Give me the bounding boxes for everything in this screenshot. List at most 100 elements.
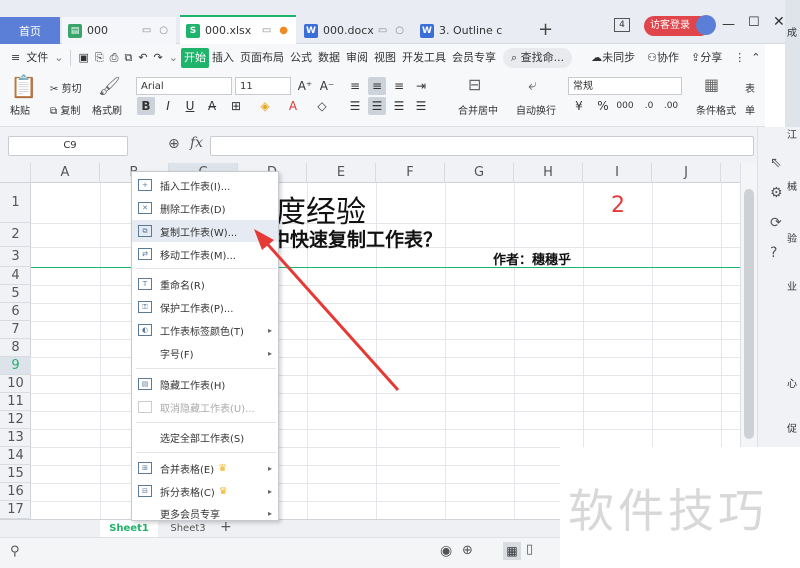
select-cursor-icon[interactable]: ⇖ [770, 155, 782, 171]
row-header[interactable]: 15 [0, 465, 31, 483]
backup-icon[interactable]: ⟳ [770, 215, 782, 231]
normal-view-icon[interactable]: ▦ [503, 542, 521, 560]
page-break-view-icon[interactable]: ▯ [526, 542, 533, 557]
chevron-down-icon[interactable]: ⌄ [51, 48, 66, 68]
window-count-badge[interactable]: 4 [614, 18, 630, 32]
command-search[interactable]: ⌕ 查找命... [502, 48, 573, 68]
ribbon-tab-insert[interactable]: 插入 [209, 48, 237, 68]
scrollbar-thumb[interactable] [744, 189, 754, 439]
table-style-button[interactable]: 表 [745, 80, 755, 95]
border-icon[interactable]: ⊞ [227, 97, 245, 115]
cut-button[interactable]: ✂ 剪切 [50, 80, 82, 95]
percent-icon[interactable]: % [594, 97, 612, 115]
menu-item-move-sheet[interactable]: ⇄ 移动工作表(M)... [132, 243, 278, 265]
format-painter-button[interactable]: 格式刷 [92, 102, 122, 117]
align-center-icon[interactable]: ☰ [368, 97, 386, 115]
column-header[interactable]: I [583, 163, 652, 183]
zoom-formula-icon[interactable]: ⊕ [168, 136, 180, 152]
avatar[interactable] [696, 15, 716, 35]
tab-close-icon[interactable]: ○ [159, 25, 168, 36]
row-header[interactable]: 2 [0, 223, 31, 247]
formula-input[interactable] [210, 136, 754, 156]
conditional-format-icon[interactable]: ▦ [704, 75, 719, 94]
tab-docx[interactable]: W 000.docx ▭ ○ [298, 17, 412, 44]
underline-button[interactable]: U [181, 97, 199, 115]
tab-close-icon[interactable]: ○ [395, 25, 404, 36]
ribbon-tab-formula[interactable]: 公式 [287, 48, 315, 68]
ribbon-tab-view[interactable]: 视图 [371, 48, 399, 68]
ribbon-tab-page-layout[interactable]: 页面布局 [237, 48, 287, 68]
save-icon[interactable]: ▣ [75, 48, 91, 68]
align-top-icon[interactable]: ≡ [346, 77, 364, 95]
window-icon[interactable]: ▭ [378, 25, 387, 36]
fill-color-icon[interactable]: ◈ [256, 97, 274, 115]
increase-font-icon[interactable]: A⁺ [296, 77, 314, 95]
font-color-icon[interactable]: A [284, 97, 302, 115]
increase-decimal-icon[interactable]: .0 [640, 97, 658, 115]
cell-format-button[interactable]: 单 [745, 102, 755, 117]
window-icon[interactable]: ▭ [142, 25, 151, 36]
wrap-text-button[interactable]: 自动换行 [516, 102, 556, 117]
menu-item-hide-sheet[interactable]: ▤ 隐藏工作表(H) [132, 373, 278, 395]
row-header[interactable]: 16 [0, 483, 31, 501]
row-header[interactable]: 10 [0, 375, 31, 393]
bold-button[interactable]: B [137, 97, 155, 115]
merge-center-button[interactable]: 合并居中 [458, 102, 498, 117]
menu-item-font-size[interactable]: 字号(F) ▸ [132, 342, 278, 364]
font-size-select[interactable]: 11 [235, 77, 291, 95]
window-icon[interactable]: ▭ [262, 25, 271, 36]
row-header[interactable]: 7 [0, 321, 31, 339]
name-box[interactable]: C9 [8, 136, 128, 156]
tab-outline[interactable]: W 3. Outline c [414, 17, 524, 44]
thousands-icon[interactable]: 000 [616, 97, 634, 115]
align-right-icon[interactable]: ☰ [390, 97, 408, 115]
row-header[interactable]: 6 [0, 303, 31, 321]
sync-status[interactable]: ☁未同步 [588, 48, 638, 68]
collapse-ribbon-icon[interactable]: ⌃ [748, 48, 763, 68]
menu-item-copy-sheet[interactable]: ⧉ 复制工作表(W)... [132, 220, 278, 242]
ribbon-tab-review[interactable]: 审阅 [343, 48, 371, 68]
strikethrough-icon[interactable]: A̶ [203, 97, 221, 115]
undo-icon[interactable]: ↶ [135, 48, 150, 68]
number-format-select[interactable]: 常规 [568, 77, 682, 95]
align-bottom-icon[interactable]: ≡ [390, 77, 408, 95]
menu-item-select-all-sheets[interactable]: 选定全部工作表(S) [132, 426, 278, 448]
export-pdf-icon[interactable]: ⎘ [92, 48, 107, 68]
column-header[interactable]: A [31, 163, 100, 183]
distributed-icon[interactable]: ☰ [412, 97, 430, 115]
row-header[interactable]: 11 [0, 393, 31, 411]
column-header[interactable]: G [445, 163, 514, 183]
menu-item-protect-sheet[interactable]: ⚿ 保护工作表(P)... [132, 296, 278, 318]
font-name-select[interactable]: Arial [136, 77, 232, 95]
properties-icon[interactable]: ⚙ [770, 185, 783, 201]
format-painter-icon[interactable]: 🖌 [98, 76, 121, 97]
copy-button[interactable]: ⧉ 复制 [50, 102, 80, 117]
ribbon-tab-data[interactable]: 数据 [315, 48, 343, 68]
select-all-corner[interactable] [0, 163, 31, 183]
row-header[interactable]: 14 [0, 447, 31, 465]
view-mode-icon[interactable]: ⊕ [462, 543, 473, 558]
macro-icon[interactable]: ⚲ [10, 544, 20, 559]
tab-xlsx[interactable]: S 000.xlsx ▭ ● [180, 15, 296, 44]
print-icon[interactable]: ⎙ [107, 48, 122, 68]
paste-button[interactable]: 粘贴 [10, 102, 30, 117]
column-header[interactable]: F [376, 163, 445, 183]
row-header[interactable]: 12 [0, 411, 31, 429]
chevron-down-icon[interactable]: ⌄ [166, 48, 181, 68]
row-header[interactable]: 9 [0, 357, 31, 375]
menu-item-rename[interactable]: T 重命名(R) [132, 273, 278, 295]
align-middle-icon[interactable]: ≡ [368, 77, 386, 95]
row-header[interactable]: 13 [0, 429, 31, 447]
indent-icon[interactable]: ⇥ [412, 77, 430, 95]
menu-icon[interactable]: ≡ [8, 48, 23, 68]
clear-format-icon[interactable]: ◇ [313, 97, 331, 115]
minimize-icon[interactable]: — [722, 17, 735, 32]
italic-button[interactable]: I [159, 97, 177, 115]
column-header[interactable]: J [652, 163, 721, 183]
share-button[interactable]: ⇪分享 [688, 48, 725, 68]
menu-item-insert-sheet[interactable]: + 插入工作表(I)... [132, 174, 278, 196]
help-icon[interactable]: ? [770, 245, 777, 261]
column-header[interactable]: H [514, 163, 583, 183]
wrap-text-icon[interactable]: ⤶ [528, 75, 537, 95]
row-header[interactable]: 3 [0, 247, 31, 267]
